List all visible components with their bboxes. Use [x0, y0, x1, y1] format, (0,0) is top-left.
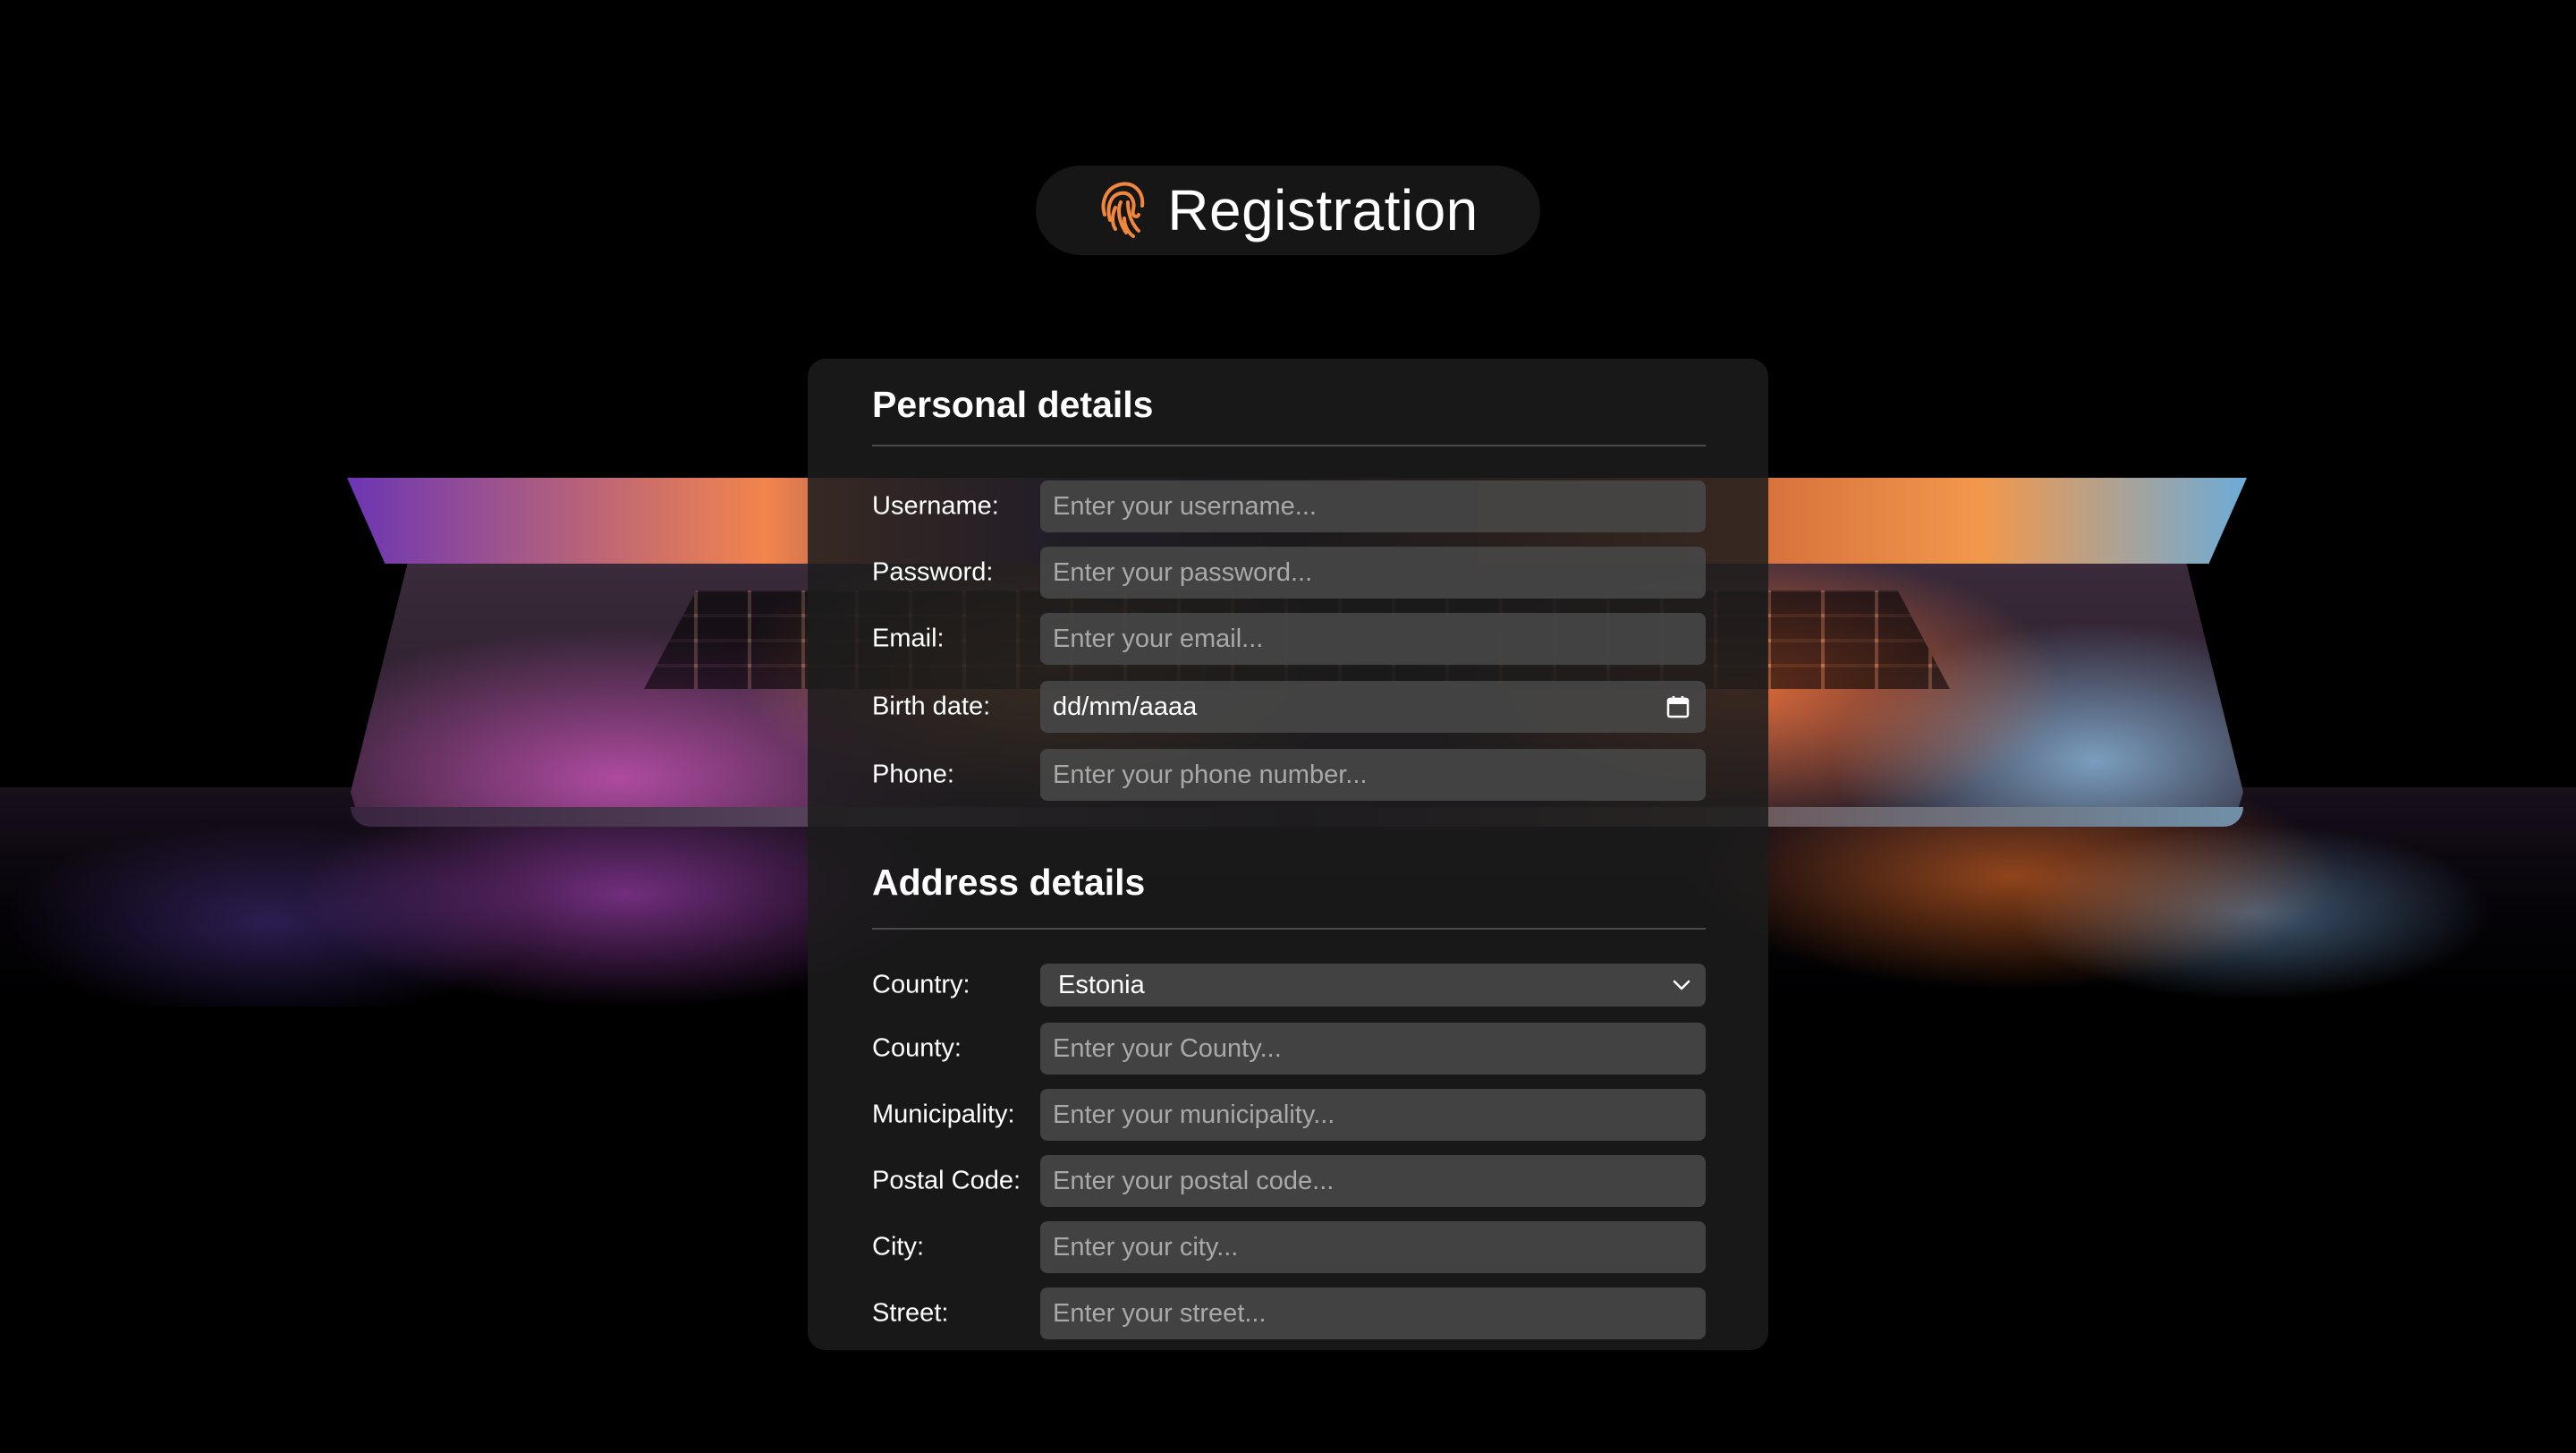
section-divider: [872, 445, 1706, 446]
username-row: Username:: [872, 480, 1706, 532]
postal-code-label: Postal Code:: [872, 1166, 1021, 1195]
username-input[interactable]: [1040, 480, 1706, 532]
page: Registration Personal details Username: …: [0, 0, 2576, 1453]
street-input[interactable]: [1040, 1287, 1706, 1339]
password-input[interactable]: [1040, 547, 1706, 599]
registration-form: Personal details Username: Password: Ema…: [808, 359, 1768, 1350]
city-row: City:: [872, 1221, 1706, 1273]
phone-label: Phone:: [872, 760, 954, 789]
calendar-icon[interactable]: [1666, 695, 1690, 718]
street-row: Street:: [872, 1287, 1706, 1339]
address-details-heading: Address details: [872, 862, 1146, 903]
street-label: Street:: [872, 1298, 949, 1328]
personal-details-heading: Personal details: [872, 384, 1154, 425]
postal-code-row: Postal Code:: [872, 1155, 1706, 1207]
municipality-row: Municipality:: [872, 1089, 1706, 1141]
county-row: County:: [872, 1023, 1706, 1075]
page-title: Registration: [1167, 178, 1479, 242]
county-label: County:: [872, 1033, 962, 1063]
city-label: City:: [872, 1232, 924, 1262]
birth-date-row: Birth date: dd/mm/aaaa: [872, 681, 1706, 733]
phone-input[interactable]: [1040, 749, 1706, 801]
municipality-label: Municipality:: [872, 1100, 1015, 1129]
email-label: Email:: [872, 624, 945, 653]
email-row: Email:: [872, 613, 1706, 665]
birth-date-label: Birth date:: [872, 692, 991, 721]
country-select[interactable]: Estonia: [1040, 964, 1706, 1007]
birth-date-value: dd/mm/aaaa: [1053, 692, 1198, 721]
phone-row: Phone:: [872, 749, 1706, 801]
password-row: Password:: [872, 547, 1706, 599]
fingerprint-icon: [1101, 182, 1145, 238]
country-selected-value: Estonia: [1058, 970, 1145, 999]
username-label: Username:: [872, 491, 999, 521]
city-input[interactable]: [1040, 1221, 1706, 1273]
county-input[interactable]: [1040, 1023, 1706, 1075]
chevron-down-icon: [1673, 980, 1690, 990]
country-label: Country:: [872, 970, 970, 999]
postal-code-input[interactable]: [1040, 1155, 1706, 1207]
header-pill: Registration: [1036, 166, 1540, 255]
password-label: Password:: [872, 557, 994, 587]
country-row: Country: Estonia: [872, 964, 1706, 1007]
email-input[interactable]: [1040, 613, 1706, 665]
section-divider: [872, 928, 1706, 930]
municipality-input[interactable]: [1040, 1089, 1706, 1141]
birth-date-input[interactable]: dd/mm/aaaa: [1040, 681, 1706, 733]
